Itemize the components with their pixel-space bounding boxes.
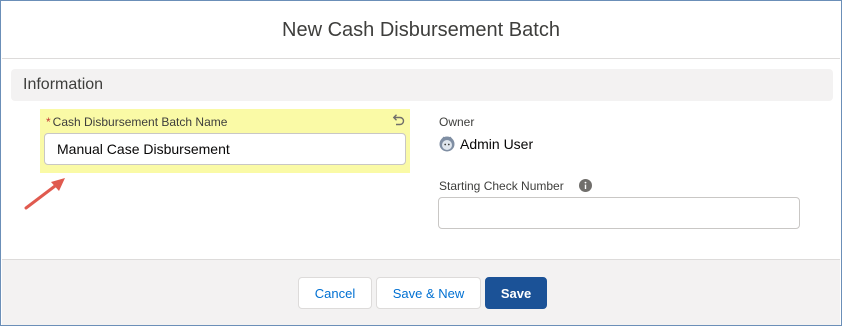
required-marker: * [46, 115, 51, 129]
starting-check-number-input[interactable] [438, 197, 800, 229]
batch-name-value: Manual Case Disbursement [57, 141, 230, 157]
save-button[interactable]: Save [485, 277, 547, 309]
undo-icon[interactable] [390, 112, 406, 128]
user-avatar-icon [439, 136, 455, 152]
arrow-icon [24, 178, 65, 210]
owner-name[interactable]: Admin User [460, 136, 533, 152]
owner-value: Admin User [439, 133, 533, 155]
modal: New Cash Disbursement Batch Information … [0, 0, 842, 326]
section-header-information[interactable]: Information [11, 69, 833, 101]
save-and-new-button[interactable]: Save & New [376, 277, 481, 309]
modal-title: New Cash Disbursement Batch [282, 18, 560, 41]
section-title: Information [23, 76, 104, 93]
info-icon[interactable] [579, 179, 592, 192]
owner-label: Owner [439, 115, 475, 129]
starting-check-number-label: Starting Check Number [439, 179, 564, 193]
batch-name-label: * Cash Disbursement Batch Name [46, 115, 228, 129]
batch-name-input[interactable]: Manual Case Disbursement [44, 133, 406, 165]
cancel-button[interactable]: Cancel [298, 277, 372, 309]
modal-header: New Cash Disbursement Batch [2, 2, 840, 59]
